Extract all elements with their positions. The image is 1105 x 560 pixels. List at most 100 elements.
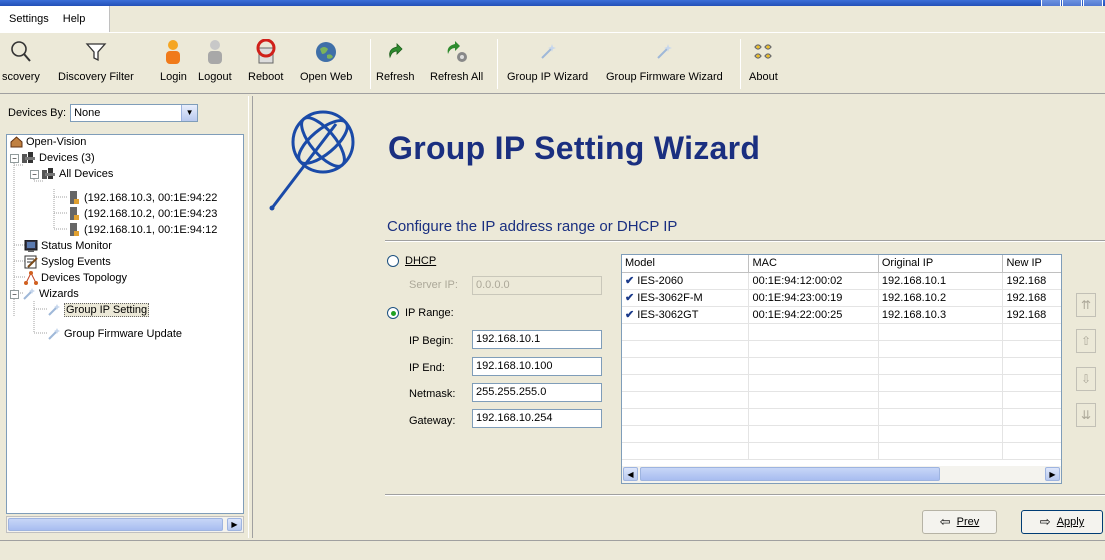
chevron-down-icon[interactable]: ▼	[181, 105, 198, 121]
open-web-button[interactable]: Open Web	[300, 39, 352, 91]
group-ip-wizard-button[interactable]: Group IP Wizard	[507, 39, 588, 91]
move-top-button[interactable]: ⇈	[1076, 293, 1096, 317]
logout-button[interactable]: Logout	[198, 39, 232, 91]
tree-item-devices-topology[interactable]: Devices Topology	[24, 270, 127, 286]
table-row-empty	[622, 375, 1061, 392]
tree-label: Status Monitor	[41, 240, 112, 252]
checkmark-icon: ✔	[625, 292, 635, 304]
tree-item-group-firmware-update[interactable]: Group Firmware Update	[47, 326, 182, 342]
tree-horizontal-scrollbar[interactable]: ▶	[6, 516, 244, 533]
devices-icon	[42, 167, 56, 181]
tree-item-device[interactable]: (192.168.10.3, 00:1E:94:22	[67, 190, 217, 206]
devices-by-label: Devices By:	[8, 107, 67, 119]
column-header-mac[interactable]: MAC	[749, 255, 879, 273]
magnifier-icon	[8, 39, 34, 65]
tree-label: Group Firmware Update	[64, 328, 182, 340]
table-row[interactable]: ✔ IES-3062F-M 00:1E:94:23:00:19 192.168.…	[622, 290, 1061, 307]
reboot-button[interactable]: Reboot	[248, 39, 283, 91]
table-row-empty	[622, 426, 1061, 443]
move-down-button[interactable]: ⇩	[1076, 367, 1096, 391]
refresh-all-label: Refresh All	[430, 71, 484, 83]
tree-label: (192.168.10.2, 00:1E:94:23	[84, 208, 218, 220]
tree-item-device[interactable]: (192.168.10.1, 00:1E:94:12	[67, 222, 217, 238]
device-ip-table: Model MAC Original IP New IP ✔ IES-2060 …	[621, 254, 1062, 484]
wizard-subtitle: Configure the IP address range or DHCP I…	[387, 218, 678, 235]
tree-item-syslog-events[interactable]: Syslog Events	[24, 254, 111, 270]
tree-item-open-vision[interactable]: Open-Vision	[9, 135, 86, 150]
column-header-original-ip[interactable]: Original IP	[879, 255, 1004, 273]
move-bottom-button[interactable]: ⇊	[1076, 403, 1096, 427]
scroll-right-icon[interactable]: ▶	[1045, 467, 1060, 481]
cell-mac: 00:1E:94:22:00:25	[749, 307, 879, 324]
collapse-icon[interactable]: −	[10, 153, 19, 163]
column-header-new-ip[interactable]: New IP	[1003, 255, 1061, 273]
table-horizontal-scrollbar[interactable]: ◀ ▶	[622, 466, 1061, 483]
collapse-icon[interactable]: −	[10, 289, 19, 299]
user-login-icon	[160, 39, 186, 65]
netmask-field[interactable]: 255.255.255.0	[472, 383, 602, 402]
tree-item-all-devices[interactable]: − All Devices	[30, 166, 113, 182]
open-vision-logo-icon	[269, 110, 355, 211]
divider	[385, 494, 1105, 496]
devices-by-dropdown[interactable]: None ▼	[70, 104, 199, 122]
cell-new-ip: 192.168	[1006, 275, 1047, 287]
tree-item-devices[interactable]: − Devices (3)	[10, 150, 95, 166]
open-web-label: Open Web	[300, 71, 353, 83]
table-row[interactable]: ✔ IES-2060 00:1E:94:12:00:02 192.168.10.…	[622, 273, 1061, 290]
dhcp-radio-option[interactable]: DHCP	[387, 255, 436, 267]
cell-mac: 00:1E:94:12:00:02	[749, 273, 879, 290]
refresh-label: Refresh	[376, 71, 415, 83]
tree-item-wizards[interactable]: − Wizards	[10, 286, 79, 302]
ip-begin-field[interactable]: 192.168.10.1	[472, 330, 602, 349]
wizard-wand-icon	[535, 39, 561, 65]
gateway-field[interactable]: 192.168.10.254	[472, 409, 602, 428]
table-row[interactable]: ✔ IES-3062GT 00:1E:94:22:00:25 192.168.1…	[622, 307, 1061, 324]
server-ip-field[interactable]: 0.0.0.0	[472, 276, 602, 295]
move-up-icon: ⇧	[1080, 334, 1092, 348]
left-pane: Devices By: None ▼ Open-Vision − Devices…	[0, 96, 246, 538]
tree-item-device[interactable]: (192.168.10.2, 00:1E:94:23	[67, 206, 217, 222]
scrollbar-thumb[interactable]	[640, 467, 940, 481]
prev-button[interactable]: ⇦ Prev	[922, 510, 997, 534]
table-row-empty	[622, 341, 1061, 358]
tree-item-group-ip-setting[interactable]: Group IP Setting	[47, 302, 150, 318]
cell-model: ✔ IES-3062F-M	[622, 290, 750, 307]
scroll-left-icon[interactable]: ◀	[623, 467, 638, 481]
cell-original-ip: 192.168.10.2	[879, 290, 1004, 307]
collapse-icon[interactable]: −	[30, 169, 39, 179]
switch-device-icon	[67, 223, 81, 237]
apply-button[interactable]: ⇨ Apply	[1021, 510, 1103, 534]
scroll-right-icon[interactable]: ▶	[227, 518, 242, 531]
menu-help[interactable]: Help	[60, 11, 89, 27]
ip-range-radio-option[interactable]: IP Range:	[387, 307, 454, 319]
dhcp-radio[interactable]	[387, 255, 399, 267]
column-header-model[interactable]: Model	[622, 255, 750, 273]
cell-original-ip: 192.168.10.1	[879, 273, 1004, 290]
ip-range-radio[interactable]	[387, 307, 399, 319]
switch-device-icon	[67, 207, 81, 221]
menu-settings[interactable]: Settings	[6, 11, 52, 27]
discovery-button[interactable]: scovery	[2, 39, 40, 91]
ip-end-field[interactable]: 192.168.10.100	[472, 357, 602, 376]
move-up-button[interactable]: ⇧	[1076, 329, 1096, 353]
refresh-all-button[interactable]: Refresh All	[430, 39, 483, 91]
table-row-empty	[622, 324, 1061, 341]
user-logout-icon	[202, 39, 228, 65]
login-button[interactable]: Login	[160, 39, 187, 91]
move-down-icon: ⇩	[1080, 372, 1092, 386]
tree-label: All Devices	[59, 168, 114, 180]
divider	[385, 240, 1105, 242]
group-firmware-wizard-label: Group Firmware Wizard	[606, 71, 723, 83]
tree-item-status-monitor[interactable]: Status Monitor	[24, 238, 112, 254]
cell-model-text: IES-2060	[637, 275, 684, 287]
discovery-filter-button[interactable]: Discovery Filter	[58, 39, 134, 91]
pane-splitter[interactable]	[248, 96, 253, 538]
ip-range-label: IP Range:	[405, 307, 454, 319]
about-button[interactable]: About	[749, 39, 778, 91]
table-row-empty	[622, 358, 1061, 375]
refresh-button[interactable]: Refresh	[376, 39, 415, 91]
server-ip-label: Server IP:	[409, 279, 458, 291]
scrollbar-thumb[interactable]	[8, 518, 223, 531]
globe-icon	[313, 39, 339, 65]
group-firmware-wizard-button[interactable]: Group Firmware Wizard	[606, 39, 723, 91]
